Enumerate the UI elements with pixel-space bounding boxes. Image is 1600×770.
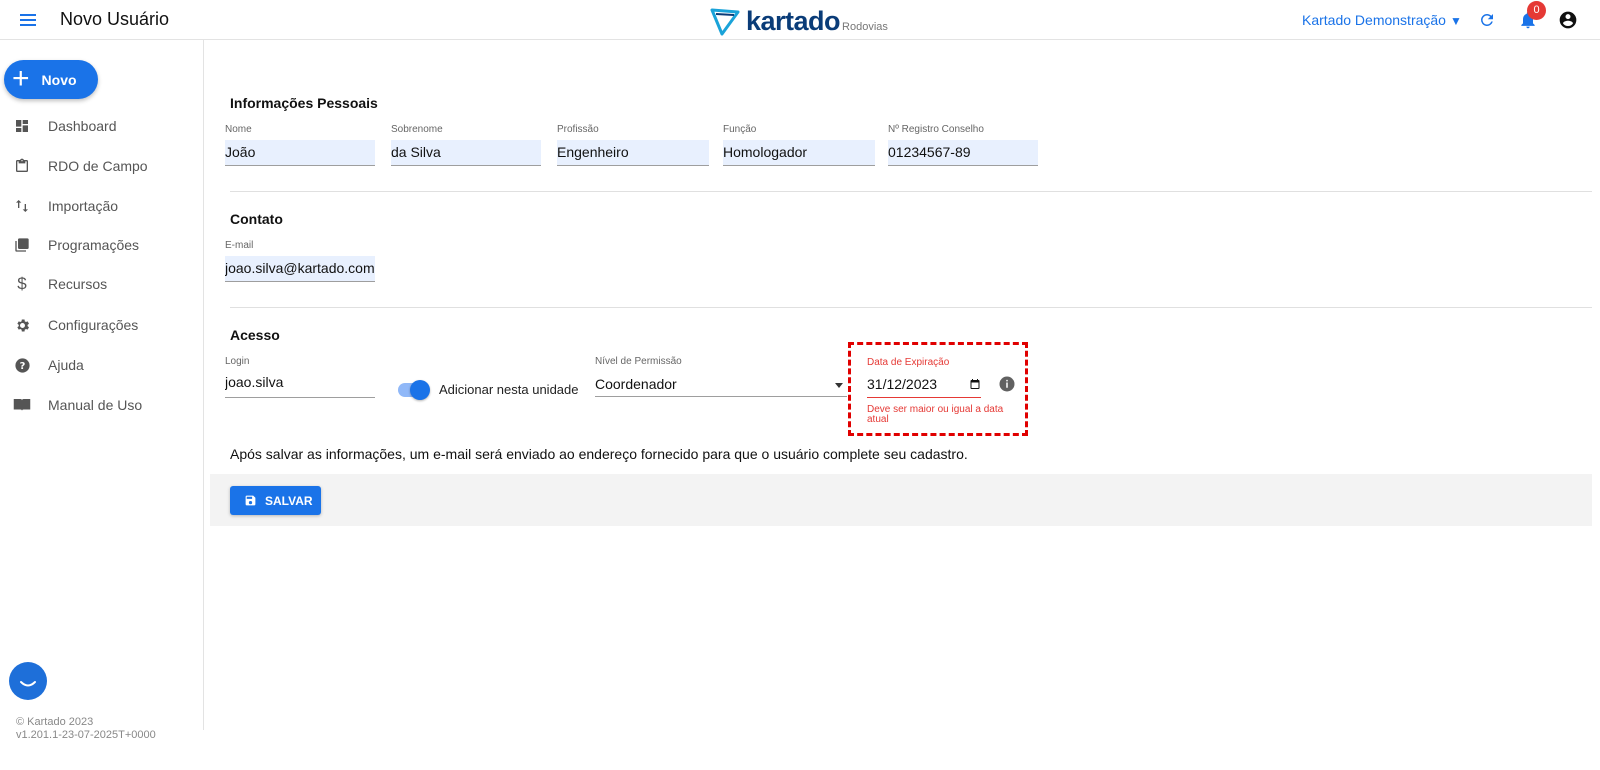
sidebar-item-label: Importação — [48, 198, 119, 214]
notification-badge: 0 — [1527, 1, 1546, 20]
info-notice: Após salvar as informações, um e-mail se… — [230, 446, 968, 462]
sidebar-item-dashboard[interactable]: Dashboard — [0, 108, 204, 144]
name-input[interactable]: João — [225, 140, 375, 166]
help-icon: ? — [13, 356, 31, 374]
council-registry-input[interactable]: 01234567-89 — [888, 140, 1038, 166]
calendar-icon[interactable] — [969, 378, 981, 390]
clipboard-icon — [13, 157, 31, 175]
add-to-unit-toggle[interactable] — [398, 380, 430, 400]
sidebar-item-recursos[interactable]: $ Recursos — [0, 266, 204, 302]
logo-subtitle: Rodovias — [842, 21, 888, 33]
save-button-label: SALVAR — [265, 493, 313, 508]
caret-down-icon: ▼ — [1449, 14, 1462, 28]
surname-input[interactable]: da Silva — [391, 140, 541, 166]
book-icon — [13, 396, 31, 414]
name-field[interactable]: Nome João — [225, 124, 375, 166]
sidebar-item-label: RDO de Campo — [48, 158, 148, 174]
top-bar: Novo Usuário kartado Rodovias Kartado De… — [0, 0, 1600, 40]
sidebar-item-programacoes[interactable]: Programações — [0, 227, 204, 263]
surname-field[interactable]: Sobrenome da Silva — [391, 124, 541, 166]
field-label: Função — [723, 124, 757, 135]
council-registry-field[interactable]: Nº Registro Conselho 01234567-89 — [888, 124, 1038, 166]
dollar-icon: $ — [17, 274, 27, 293]
toggle-knob — [410, 380, 430, 400]
sidebar-item-manual[interactable]: Manual de Uso — [0, 387, 204, 423]
profession-field[interactable]: Profissão Engenheiro — [557, 124, 709, 166]
field-label: Nível de Permissão — [595, 356, 682, 367]
footer: © Kartado 2023 v1.201.1-23-07-2025T+0000 — [16, 716, 156, 742]
new-button-label: Novo — [41, 71, 77, 88]
expiration-date-value: 31/12/2023 — [867, 376, 938, 392]
action-bar: SALVAR — [210, 474, 1592, 526]
page-title: Novo Usuário — [60, 9, 170, 29]
section-title-contact: Contato — [230, 211, 283, 227]
footer-copyright: © Kartado 2023 — [16, 716, 94, 728]
field-label: Nome — [225, 124, 252, 135]
sidebar-item-configuracoes[interactable]: Configurações — [0, 307, 204, 343]
dashboard-icon — [13, 117, 31, 135]
email-field[interactable]: E-mail joao.silva@kartado.com.b — [225, 240, 375, 282]
profession-input[interactable]: Engenheiro — [557, 140, 709, 166]
organization-name: Kartado Demonstração — [1302, 12, 1446, 28]
refresh-icon[interactable] — [1478, 11, 1496, 29]
expiration-date-label: Data de Expiração — [867, 357, 950, 368]
section-title-personal: Informações Pessoais — [230, 95, 378, 111]
email-input[interactable]: joao.silva@kartado.com.b — [225, 256, 375, 282]
permission-level-field[interactable]: Nível de Permissão Coordenador — [595, 356, 847, 397]
new-button[interactable]: + Novo — [4, 60, 98, 99]
account-circle-icon[interactable] — [1558, 10, 1578, 30]
organization-selector[interactable]: Kartado Demonstração ▼ — [1302, 12, 1462, 28]
field-label: Login — [225, 356, 250, 367]
sidebar-item-label: Dashboard — [48, 118, 117, 134]
divider — [230, 307, 1592, 308]
divider — [230, 191, 1592, 192]
field-label: Sobrenome — [391, 124, 443, 135]
gear-icon — [13, 316, 31, 334]
sidebar-item-label: Ajuda — [48, 357, 84, 373]
dropdown-arrow-icon — [835, 383, 843, 388]
logo-wordmark: kartado — [746, 6, 841, 36]
sidebar-item-importacao[interactable]: Importação — [0, 188, 204, 224]
main-content: Informações Pessoais Nome João Sobrenome… — [205, 40, 1600, 770]
floppy-disk-icon — [245, 495, 256, 506]
sidebar-item-label: Manual de Uso — [48, 397, 143, 413]
section-title-access: Acesso — [230, 327, 280, 343]
role-input[interactable]: Homologador — [723, 140, 875, 166]
info-icon[interactable] — [998, 375, 1016, 393]
sidebar-item-rdo[interactable]: RDO de Campo — [0, 148, 204, 184]
sidebar-item-label: Programações — [48, 237, 140, 253]
role-field[interactable]: Função Homologador — [723, 124, 875, 166]
expiration-date-highlight: Data de Expiração 31/12/2023 Deve ser ma… — [848, 342, 1028, 436]
sidebar-item-label: Configurações — [48, 317, 139, 333]
expiration-date-input[interactable]: 31/12/2023 — [867, 373, 981, 398]
save-button[interactable]: SALVAR — [230, 486, 321, 515]
field-label: E-mail — [225, 240, 254, 251]
svg-text:?: ? — [19, 361, 25, 372]
import-arrows-icon — [13, 197, 31, 215]
logo-triangle-icon — [710, 8, 740, 36]
permission-level-select[interactable]: Coordenador — [595, 372, 847, 397]
add-to-unit-label: Adicionar nesta unidade — [439, 382, 579, 397]
chat-bubble-icon[interactable] — [9, 662, 47, 700]
library-books-icon — [13, 236, 31, 254]
footer-version: v1.201.1-23-07-2025T+0000 — [16, 729, 156, 741]
field-label: Nº Registro Conselho — [888, 124, 984, 135]
expiration-date-error: Deve ser maior ou igual a data atual — [867, 404, 1004, 425]
plus-icon: + — [12, 61, 30, 95]
hamburger-menu-icon[interactable] — [20, 11, 38, 29]
sidebar-item-label: Recursos — [48, 276, 108, 292]
sidebar: + Novo Dashboard RDO de Campo Importação… — [0, 40, 204, 730]
sidebar-item-ajuda[interactable]: ? Ajuda — [0, 347, 204, 383]
login-input[interactable]: joao.silva — [225, 372, 375, 398]
permission-level-value: Coordenador — [595, 376, 677, 392]
field-label: Profissão — [557, 124, 599, 135]
login-field[interactable]: Login joao.silva — [225, 356, 375, 398]
kartado-logo: kartado Rodovias — [710, 4, 888, 36]
